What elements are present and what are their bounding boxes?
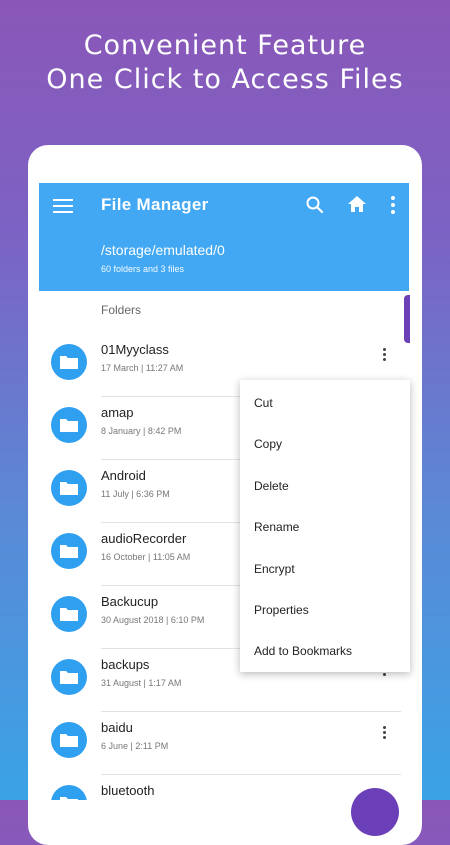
folder-name: audioRecorder [101, 531, 187, 546]
folder-icon [51, 785, 87, 800]
item-counts: 60 folders and 3 files [101, 264, 185, 274]
folder-date: 30 August 2018 | 6:10 PM [101, 615, 205, 625]
current-path: /storage/emulated/0 [101, 242, 225, 258]
folder-name: backups [101, 657, 150, 672]
promo-line-1: Convenient Feature [83, 30, 367, 61]
fab-button[interactable] [351, 788, 399, 836]
menu-item-properties[interactable]: Properties [254, 603, 309, 617]
menu-icon[interactable] [53, 197, 73, 213]
folder-icon [51, 659, 87, 695]
app-title: File Manager [101, 195, 209, 214]
menu-item-copy[interactable]: Copy [254, 437, 282, 451]
menu-item-rename[interactable]: Rename [254, 520, 299, 534]
folder-name: 01Myyclass [101, 342, 169, 357]
folder-icon [51, 407, 87, 443]
folder-name: baidu [101, 720, 133, 735]
folder-icon [51, 344, 87, 380]
folder-date: 11 July | 6:36 PM [101, 489, 170, 499]
more-vert-icon[interactable] [389, 195, 397, 215]
folder-icon [51, 470, 87, 506]
folder-name: Android [101, 468, 146, 483]
folder-date: 6 June | 2:11 PM [101, 741, 169, 751]
folder-icon [51, 722, 87, 758]
folder-name: amap [101, 405, 134, 420]
more-vert-icon[interactable] [383, 348, 387, 364]
folder-date: 17 March | 11:27 AM [101, 363, 184, 373]
list-item[interactable]: baidu 6 June | 2:11 PM [39, 712, 409, 775]
folder-date: 8 January | 8:42 PM [101, 426, 182, 436]
promo-line-2: One Click to Access Files [46, 64, 404, 95]
folder-name: Backucup [101, 594, 159, 609]
folder-date: 31 August | 1:17 AM [101, 678, 182, 688]
folder-date: 16 October | 11:05 AM [101, 552, 191, 562]
menu-item-cut[interactable]: Cut [254, 396, 273, 410]
menu-item-add-bookmark[interactable]: Add to Bookmarks [254, 644, 352, 658]
fab-button-edge[interactable] [404, 295, 410, 343]
folder-icon [51, 533, 87, 569]
search-icon[interactable] [305, 195, 325, 215]
section-title: Folders [101, 303, 142, 317]
menu-item-delete[interactable]: Delete [254, 479, 289, 493]
context-menu: Cut Copy Delete Rename Encrypt Propertie… [240, 380, 410, 672]
menu-item-encrypt[interactable]: Encrypt [254, 562, 295, 576]
home-icon[interactable] [347, 194, 367, 214]
folder-name: bluetooth [101, 783, 155, 798]
app-bar: File Manager /storage/emulated/0 60 fold… [39, 183, 409, 291]
list-item[interactable]: bluetooth [39, 775, 409, 800]
folder-icon [51, 596, 87, 632]
more-vert-icon[interactable] [383, 726, 387, 742]
